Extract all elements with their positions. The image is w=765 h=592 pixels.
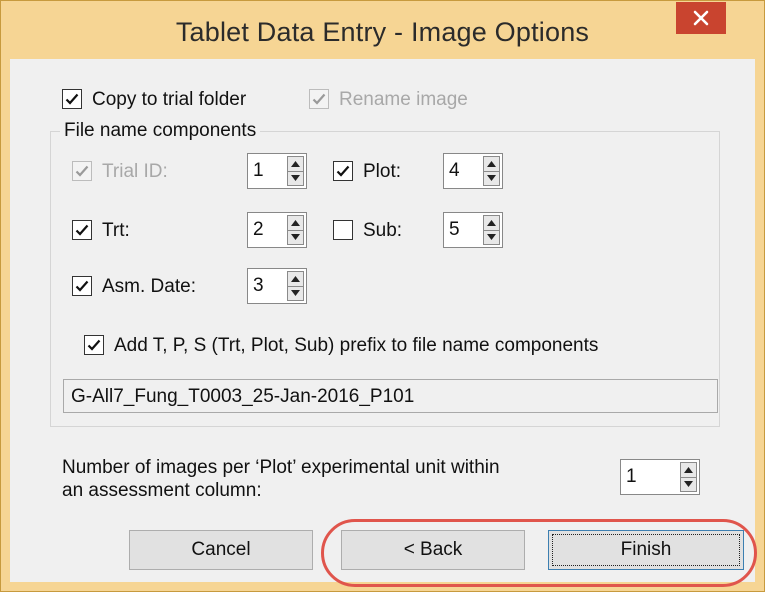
images-per-plot-label-line1: Number of images per ‘Plot’ experimental… xyxy=(62,457,500,478)
plot-label: Plot: xyxy=(363,161,402,182)
asm-date-spinner[interactable]: 3 xyxy=(247,268,307,304)
sub-increment[interactable] xyxy=(484,216,499,231)
plot-spinner[interactable]: 4 xyxy=(443,153,503,189)
trial-id-label: Trial ID: xyxy=(102,161,168,182)
sub-checkbox[interactable] xyxy=(333,220,353,240)
caret-up-icon xyxy=(291,161,300,167)
plot-increment[interactable] xyxy=(484,157,499,172)
trial-id-spinner[interactable]: 1 xyxy=(247,153,307,189)
checkmark-icon xyxy=(336,165,350,177)
add-prefix-checkbox[interactable] xyxy=(84,335,104,355)
checkmark-icon xyxy=(75,165,89,177)
trial-id-increment[interactable] xyxy=(288,157,303,172)
trial-id-checkbox[interactable] xyxy=(72,161,92,181)
caret-up-icon xyxy=(487,220,496,226)
caret-up-icon xyxy=(684,467,693,473)
caret-down-icon xyxy=(291,290,300,296)
file-name-preview: G-All7_Fung_T0003_25-Jan-2016_P101 xyxy=(63,379,718,413)
checkmark-icon xyxy=(65,93,79,105)
sub-label: Sub: xyxy=(363,220,403,241)
copy-to-trial-folder-label: Copy to trial folder xyxy=(92,89,247,110)
checkmark-icon xyxy=(75,280,89,292)
rename-image-label: Rename image xyxy=(339,89,468,110)
title-bar[interactable]: Tablet Data Entry - Image Options xyxy=(1,1,764,59)
images-per-plot-label-line2: an assessment column: xyxy=(62,480,262,501)
caret-down-icon xyxy=(684,481,693,487)
file-name-components-title: File name components xyxy=(60,120,261,142)
sub-value[interactable]: 5 xyxy=(449,219,460,241)
checkmark-icon xyxy=(312,93,326,105)
highlight-oval xyxy=(321,519,757,587)
images-per-plot-spinner[interactable]: 1 xyxy=(620,459,700,495)
caret-down-icon xyxy=(291,175,300,181)
plot-decrement[interactable] xyxy=(484,171,499,185)
asm-date-decrement[interactable] xyxy=(288,286,303,300)
trial-id-value[interactable]: 1 xyxy=(253,160,264,182)
trt-decrement[interactable] xyxy=(288,230,303,244)
dialog-content: Copy to trial folder Rename image File n… xyxy=(10,59,755,582)
close-button[interactable] xyxy=(676,2,726,34)
images-per-plot-decrement[interactable] xyxy=(681,477,696,491)
caret-down-icon xyxy=(487,175,496,181)
trt-increment[interactable] xyxy=(288,216,303,231)
asm-date-checkbox[interactable] xyxy=(72,276,92,296)
caret-up-icon xyxy=(291,220,300,226)
trt-label: Trt: xyxy=(102,220,130,241)
asm-date-value[interactable]: 3 xyxy=(253,275,264,297)
close-icon xyxy=(693,10,709,26)
copy-to-trial-folder-checkbox[interactable] xyxy=(62,89,82,109)
trt-value[interactable]: 2 xyxy=(253,219,264,241)
dialog-window: Tablet Data Entry - Image Options Copy t… xyxy=(0,0,765,592)
caret-up-icon xyxy=(487,161,496,167)
checkmark-icon xyxy=(75,224,89,236)
caret-up-icon xyxy=(291,276,300,282)
asm-date-increment[interactable] xyxy=(288,272,303,287)
images-per-plot-value[interactable]: 1 xyxy=(626,466,637,488)
asm-date-label: Asm. Date: xyxy=(102,276,196,297)
sub-decrement[interactable] xyxy=(484,230,499,244)
add-prefix-label: Add T, P, S (Trt, Plot, Sub) prefix to f… xyxy=(114,335,599,356)
trt-checkbox[interactable] xyxy=(72,220,92,240)
plot-checkbox[interactable] xyxy=(333,161,353,181)
trial-id-decrement[interactable] xyxy=(288,171,303,185)
sub-spinner[interactable]: 5 xyxy=(443,212,503,248)
plot-value[interactable]: 4 xyxy=(449,160,460,182)
trt-spinner[interactable]: 2 xyxy=(247,212,307,248)
checkmark-icon xyxy=(87,339,101,351)
rename-image-checkbox[interactable] xyxy=(309,89,329,109)
file-name-preview-text: G-All7_Fung_T0003_25-Jan-2016_P101 xyxy=(71,386,415,407)
window-title: Tablet Data Entry - Image Options xyxy=(175,17,590,47)
cancel-button[interactable]: Cancel xyxy=(129,530,313,570)
images-per-plot-increment[interactable] xyxy=(681,463,696,478)
caret-down-icon xyxy=(291,234,300,240)
caret-down-icon xyxy=(487,234,496,240)
